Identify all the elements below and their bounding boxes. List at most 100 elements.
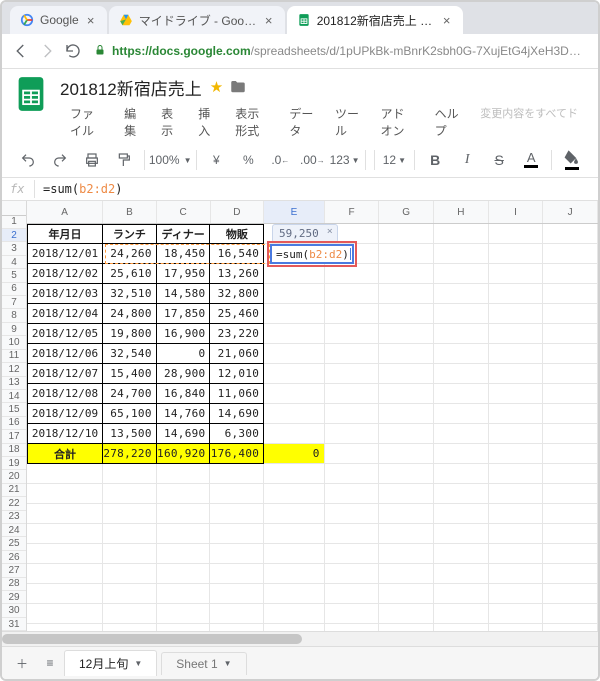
- cell[interactable]: [325, 444, 380, 464]
- menu-data[interactable]: データ: [279, 101, 325, 143]
- column-header[interactable]: D: [211, 201, 265, 223]
- cell[interactable]: 32,510: [103, 284, 157, 304]
- redo-button[interactable]: [44, 147, 76, 173]
- cell[interactable]: [489, 324, 544, 344]
- cell[interactable]: [325, 624, 380, 631]
- cell[interactable]: [434, 224, 489, 244]
- cell[interactable]: [489, 544, 544, 564]
- menu-tools[interactable]: ツール: [325, 101, 371, 143]
- cell[interactable]: 11,060: [210, 384, 264, 404]
- cell[interactable]: [264, 324, 325, 344]
- cell[interactable]: [434, 584, 489, 604]
- nav-back-button[interactable]: [8, 38, 34, 64]
- cell[interactable]: 32,540: [103, 344, 157, 364]
- cell[interactable]: [489, 424, 544, 444]
- cell[interactable]: [543, 304, 598, 324]
- cell[interactable]: [210, 544, 264, 564]
- cell[interactable]: [434, 544, 489, 564]
- cell[interactable]: [264, 524, 325, 544]
- cell[interactable]: [325, 484, 380, 504]
- cell[interactable]: 2018/12/04: [27, 304, 103, 324]
- row-header[interactable]: 16: [2, 417, 26, 430]
- column-header[interactable]: H: [434, 201, 489, 223]
- cell[interactable]: [543, 564, 598, 584]
- column-header[interactable]: F: [325, 201, 380, 223]
- cell[interactable]: [325, 544, 380, 564]
- cell[interactable]: [489, 444, 544, 464]
- cell[interactable]: [543, 284, 598, 304]
- cell[interactable]: [264, 604, 325, 624]
- cell[interactable]: [264, 264, 325, 284]
- star-icon[interactable]: ★: [210, 78, 223, 96]
- cell[interactable]: 物販: [210, 224, 264, 244]
- formula-input[interactable]: =sum(b2:d2): [43, 182, 122, 196]
- close-icon[interactable]: ×: [263, 13, 275, 28]
- cell[interactable]: [434, 404, 489, 424]
- cell[interactable]: [379, 284, 434, 304]
- undo-button[interactable]: [12, 147, 44, 173]
- cell[interactable]: [27, 624, 103, 631]
- add-sheet-button[interactable]: ＋: [8, 651, 36, 675]
- cell[interactable]: 2018/12/01: [27, 244, 103, 264]
- fontsize-select[interactable]: 12▼: [378, 147, 410, 173]
- cell[interactable]: 24,260: [103, 244, 157, 264]
- cell[interactable]: 14,760: [157, 404, 211, 424]
- cell[interactable]: [325, 504, 380, 524]
- cell[interactable]: [379, 624, 434, 631]
- menu-addons[interactable]: アドオン: [371, 101, 425, 143]
- select-all-corner[interactable]: [2, 201, 26, 216]
- cell[interactable]: [434, 304, 489, 324]
- format-currency-button[interactable]: ¥: [200, 147, 232, 173]
- cell[interactable]: [210, 524, 264, 544]
- cell[interactable]: [543, 544, 598, 564]
- cell[interactable]: [264, 544, 325, 564]
- cell[interactable]: [157, 584, 211, 604]
- paint-format-button[interactable]: [108, 147, 140, 173]
- row-header[interactable]: 27: [2, 564, 26, 577]
- cell[interactable]: 16,840: [157, 384, 211, 404]
- menu-file[interactable]: ファイル: [60, 101, 114, 143]
- cell[interactable]: 0: [157, 344, 211, 364]
- grid-rows[interactable]: 年月日ランチディナー物販2018/12/0124,26018,45016,540…: [27, 224, 598, 631]
- row-header[interactable]: 21: [2, 484, 26, 497]
- cell[interactable]: [379, 544, 434, 564]
- browser-tab[interactable]: マイドライブ - Google ドライブ ×: [109, 6, 285, 34]
- cell[interactable]: 19,800: [103, 324, 157, 344]
- cell[interactable]: 6,300: [210, 424, 264, 444]
- cell[interactable]: 13,260: [210, 264, 264, 284]
- cell[interactable]: [325, 604, 380, 624]
- cell[interactable]: 年月日: [27, 224, 103, 244]
- cell[interactable]: 23,220: [210, 324, 264, 344]
- menu-format[interactable]: 表示形式: [225, 101, 279, 143]
- cell[interactable]: [210, 464, 264, 484]
- cell[interactable]: [27, 564, 103, 584]
- zoom-select[interactable]: 100%▼: [149, 147, 192, 173]
- cell[interactable]: [210, 504, 264, 524]
- cell[interactable]: [325, 364, 380, 384]
- cell[interactable]: [264, 564, 325, 584]
- cell[interactable]: [325, 584, 380, 604]
- close-icon[interactable]: ×: [327, 226, 333, 237]
- cell[interactable]: [434, 604, 489, 624]
- cell[interactable]: [543, 464, 598, 484]
- cell[interactable]: [434, 364, 489, 384]
- cell[interactable]: [379, 504, 434, 524]
- menu-insert[interactable]: 挿入: [188, 101, 225, 143]
- italic-button[interactable]: I: [451, 147, 483, 173]
- cell[interactable]: [379, 364, 434, 384]
- print-button[interactable]: [76, 147, 108, 173]
- horizontal-scrollbar[interactable]: [2, 631, 598, 646]
- cell[interactable]: [264, 504, 325, 524]
- cell[interactable]: [157, 524, 211, 544]
- row-header[interactable]: 31: [2, 618, 26, 631]
- row-header[interactable]: 23: [2, 511, 26, 524]
- url-box[interactable]: https://docs.google.com /spreadsheets/d/…: [86, 38, 592, 64]
- cell[interactable]: [27, 604, 103, 624]
- cell[interactable]: [543, 364, 598, 384]
- row-header[interactable]: 5: [2, 269, 26, 282]
- row-header[interactable]: 30: [2, 604, 26, 617]
- cell[interactable]: [103, 464, 157, 484]
- cell[interactable]: [489, 504, 544, 524]
- cell[interactable]: 2018/12/10: [27, 424, 103, 444]
- cell[interactable]: [210, 584, 264, 604]
